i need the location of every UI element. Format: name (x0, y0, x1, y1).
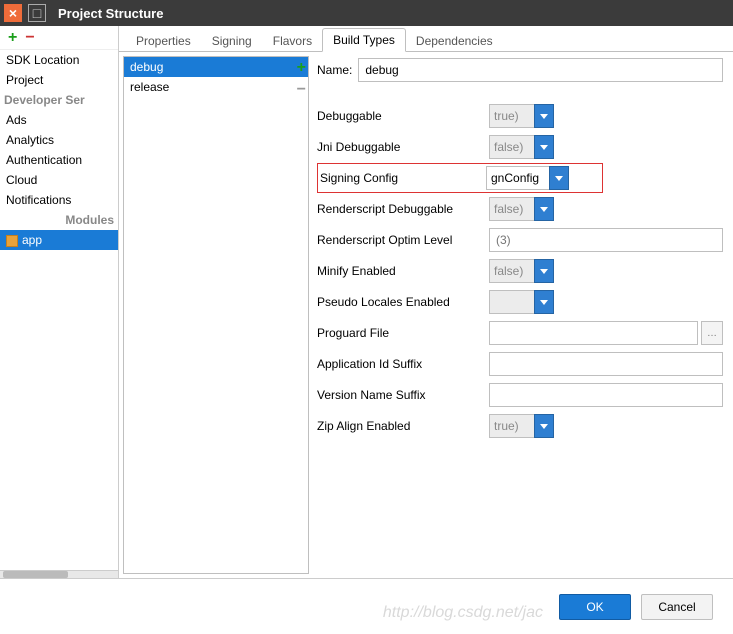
zip-align-label: Zip Align Enabled (317, 419, 489, 433)
sidebar-item-label: app (22, 233, 42, 247)
rs-debuggable-label: Renderscript Debuggable (317, 202, 489, 216)
chevron-down-icon[interactable] (534, 259, 554, 283)
sidebar-group-modules: Modules (0, 210, 118, 230)
sidebar-item-cloud[interactable]: Cloud (0, 170, 118, 190)
cancel-button[interactable]: Cancel (641, 594, 713, 620)
tabs: Properties Signing Flavors Build Types D… (119, 26, 733, 52)
tab-properties[interactable]: Properties (125, 29, 202, 52)
sidebar-toolbar: + − (0, 26, 118, 50)
remove-icon[interactable]: − (25, 29, 34, 47)
sidebar: + − SDK Location Project Developer Ser A… (0, 26, 119, 578)
sidebar-scrollbar[interactable] (0, 570, 118, 578)
signing-config-value: gnConfig (486, 166, 550, 190)
sidebar-item-analytics[interactable]: Analytics (0, 130, 118, 150)
sidebar-item-ads[interactable]: Ads (0, 110, 118, 130)
rs-optim-field[interactable] (489, 228, 723, 252)
module-icon (6, 235, 18, 247)
build-type-form: Name: Debuggable true) Jni Debuggable fa… (315, 56, 729, 574)
pseudo-locales-value (489, 290, 535, 314)
sidebar-item-app[interactable]: app (0, 230, 118, 250)
chevron-down-icon[interactable] (534, 290, 554, 314)
titlebar: × □ Project Structure (0, 0, 733, 26)
signing-config-highlight: Signing Config gnConfig (317, 163, 603, 193)
sidebar-item-sdk-location[interactable]: SDK Location (0, 50, 118, 70)
window-title: Project Structure (58, 6, 163, 21)
debuggable-combo[interactable]: true) (489, 104, 554, 128)
sidebar-item-project[interactable]: Project (0, 70, 118, 90)
browse-button[interactable]: … (701, 321, 723, 345)
list-remove-icon[interactable]: − (297, 81, 306, 99)
app-id-suffix-label: Application Id Suffix (317, 357, 489, 371)
rs-debuggable-combo[interactable]: false) (489, 197, 554, 221)
build-types-list: debug release + − (123, 56, 309, 574)
tab-build-types[interactable]: Build Types (322, 28, 406, 52)
watermark: http://blog.csdg.net/jac (383, 604, 543, 622)
zip-align-combo[interactable]: true) (489, 414, 554, 438)
ok-button[interactable]: OK (559, 594, 631, 620)
name-field[interactable] (358, 58, 723, 82)
version-suffix-field[interactable] (489, 383, 723, 407)
chevron-down-icon[interactable] (534, 104, 554, 128)
jni-debuggable-combo[interactable]: false) (489, 135, 554, 159)
signing-config-combo[interactable]: gnConfig (486, 166, 569, 190)
debuggable-value: true) (489, 104, 535, 128)
sidebar-item-authentication[interactable]: Authentication (0, 150, 118, 170)
list-item-debug[interactable]: debug (124, 57, 308, 77)
tab-signing[interactable]: Signing (201, 29, 263, 52)
maximize-icon[interactable]: □ (28, 4, 46, 22)
pseudo-locales-label: Pseudo Locales Enabled (317, 295, 489, 309)
debuggable-label: Debuggable (317, 109, 489, 123)
tab-flavors[interactable]: Flavors (262, 29, 323, 52)
rs-debuggable-value: false) (489, 197, 535, 221)
signing-config-label: Signing Config (320, 171, 486, 185)
version-suffix-label: Version Name Suffix (317, 388, 489, 402)
proguard-field[interactable] (489, 321, 698, 345)
chevron-down-icon[interactable] (549, 166, 569, 190)
list-add-icon[interactable]: + (297, 59, 306, 77)
minify-combo[interactable]: false) (489, 259, 554, 283)
zip-align-value: true) (489, 414, 535, 438)
sidebar-item-notifications[interactable]: Notifications (0, 190, 118, 210)
tab-dependencies[interactable]: Dependencies (405, 29, 504, 52)
list-item-release[interactable]: release (124, 77, 308, 97)
add-icon[interactable]: + (8, 29, 17, 47)
sidebar-group-developer-services: Developer Ser (0, 90, 118, 110)
footer: http://blog.csdg.net/jac OK Cancel (0, 579, 733, 634)
minify-value: false) (489, 259, 535, 283)
chevron-down-icon[interactable] (534, 414, 554, 438)
rs-optim-label: Renderscript Optim Level (317, 233, 489, 247)
name-label: Name: (317, 63, 352, 77)
app-id-suffix-field[interactable] (489, 352, 723, 376)
proguard-label: Proguard File (317, 326, 489, 340)
minify-label: Minify Enabled (317, 264, 489, 278)
jni-debuggable-value: false) (489, 135, 535, 159)
pseudo-locales-combo[interactable] (489, 290, 554, 314)
jni-debuggable-label: Jni Debuggable (317, 140, 489, 154)
chevron-down-icon[interactable] (534, 197, 554, 221)
chevron-down-icon[interactable] (534, 135, 554, 159)
close-icon[interactable]: × (4, 4, 22, 22)
